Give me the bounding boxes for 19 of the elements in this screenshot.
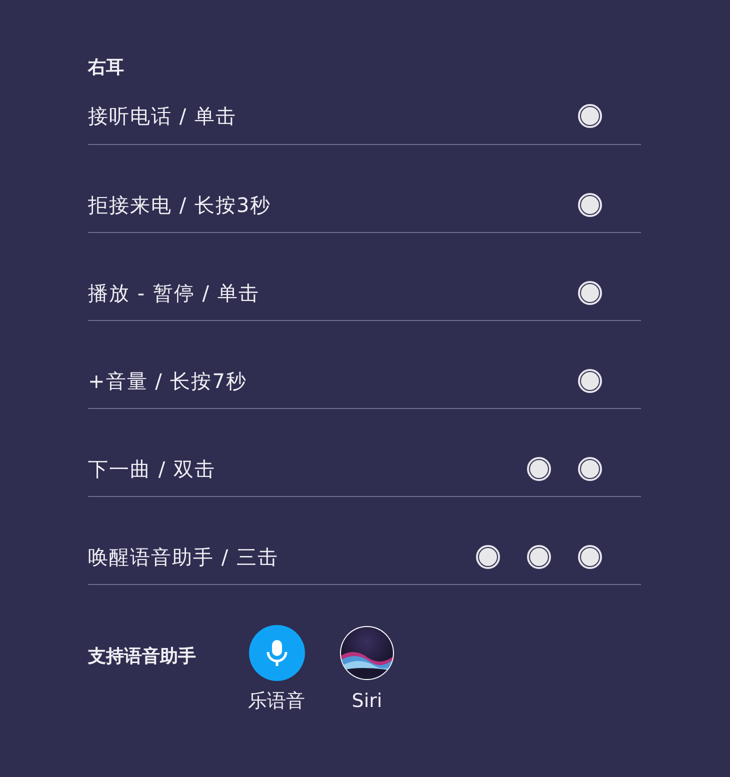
- tap-dot-icon: [578, 280, 602, 304]
- assistant-label: Siri: [352, 689, 382, 714]
- assistants-title: 支持语音助手: [88, 645, 197, 669]
- tap-dot-icon: [578, 544, 602, 568]
- tap-dot-icon: [527, 544, 551, 568]
- gesture-label: 播放 - 暂停 / 单击: [88, 280, 260, 306]
- tap-dot-icon: [578, 456, 602, 480]
- section-title: 右耳: [88, 56, 125, 80]
- gesture-label: 接听电话 / 单击: [88, 102, 236, 130]
- tap-dot-icon: [578, 192, 602, 216]
- gesture-label: 唤醒语音助手 / 三击: [88, 544, 278, 570]
- tap-dot-icon: [476, 544, 500, 568]
- assistant-label: 乐语音: [248, 689, 305, 714]
- gesture-label: +音量 / 长按7秒: [88, 368, 247, 394]
- gesture-label: 拒接来电 / 长按3秒: [88, 192, 272, 218]
- tap-dot-icon: [527, 456, 551, 480]
- tap-dot-icon: [578, 104, 602, 128]
- gesture-label: 下一曲 / 双击: [88, 456, 216, 482]
- tap-dot-icon: [578, 368, 602, 392]
